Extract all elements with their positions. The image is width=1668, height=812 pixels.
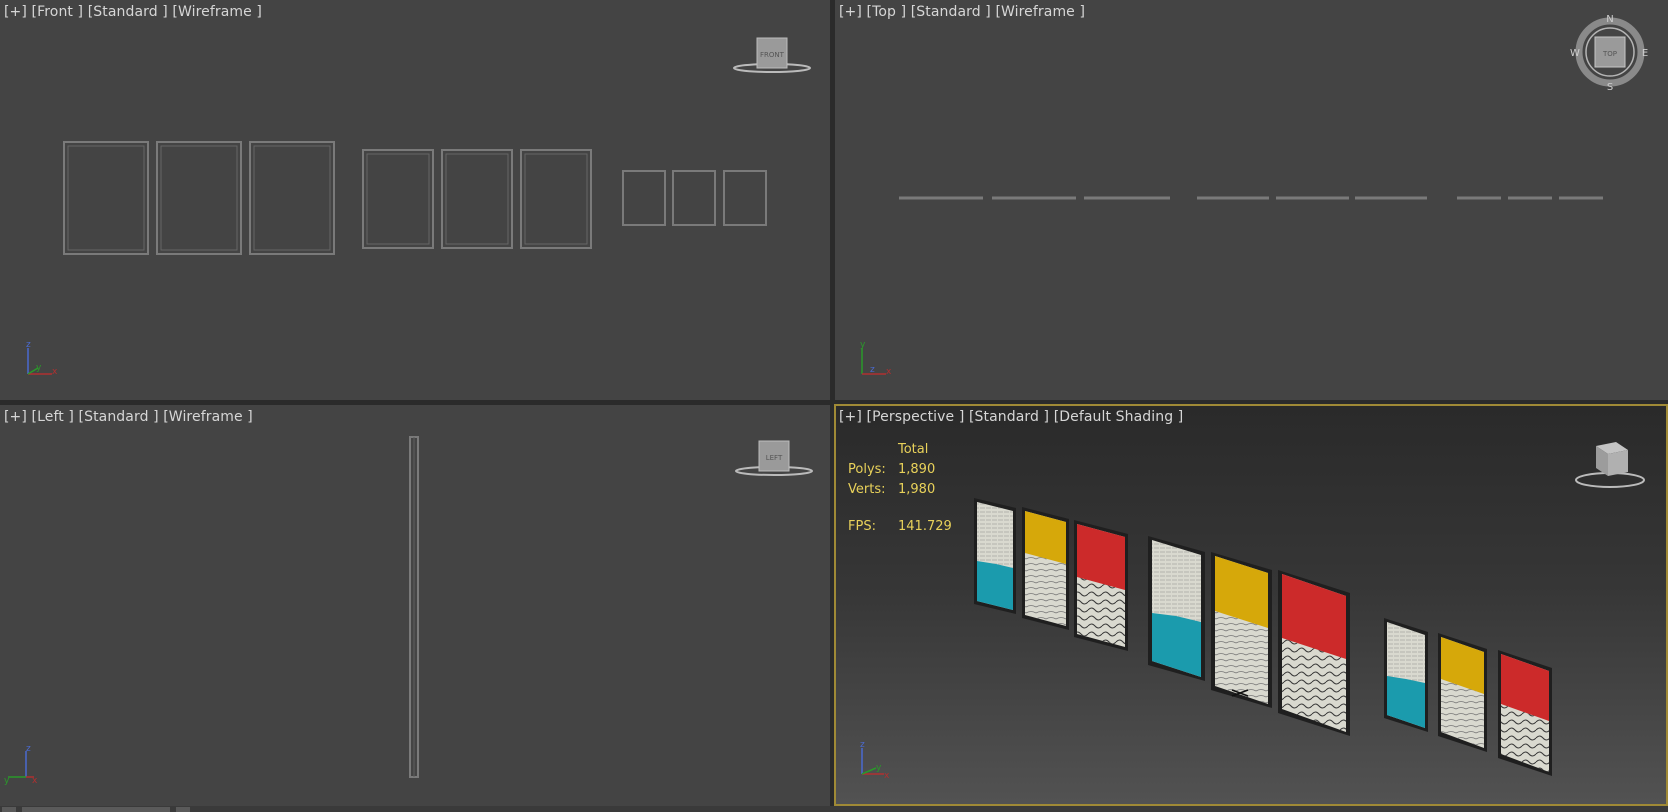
frame-wireframe (622, 170, 666, 226)
top-wireframe-scene (899, 196, 1603, 200)
svg-text:x: x (884, 771, 890, 780)
svg-text:z: z (860, 740, 865, 750)
svg-text:y: y (876, 763, 882, 773)
svg-text:z: z (26, 744, 31, 754)
perspective-viewport[interactable]: [+] [Perspective ] [Standard ] [Default … (834, 404, 1668, 806)
framed-print-red (1278, 570, 1350, 736)
perspective-scene (974, 498, 1552, 776)
axis-tripod-icon: z y x (856, 738, 896, 781)
framed-print-cyan (1148, 536, 1205, 681)
svg-text:z: z (26, 340, 31, 350)
compass-south-label: S (1607, 82, 1613, 93)
svg-text:y: y (860, 340, 866, 350)
front-viewport[interactable]: [+] [Front ] [Standard ] [Wireframe ] FR… (0, 0, 830, 400)
frame-wireframe (723, 170, 767, 226)
frame-wireframe (520, 149, 592, 249)
svg-text:z: z (870, 365, 875, 375)
svg-text:LEFT: LEFT (766, 454, 783, 462)
left-wireframe-scene (409, 436, 419, 778)
framed-print-yellow (1438, 633, 1487, 752)
svg-text:y: y (4, 776, 10, 785)
frame-wireframe (156, 141, 242, 255)
front-wireframe-scene (63, 141, 767, 255)
framed-print-red (1074, 520, 1128, 651)
compass-north-label: N (1606, 14, 1613, 25)
axis-tripod-icon: z y x (18, 338, 58, 380)
frame-wireframe (672, 170, 716, 226)
axis-tripod-icon: y x z (856, 338, 896, 380)
bottom-scroll-strip (0, 806, 1668, 812)
axis-tripod-icon: z y x (4, 743, 44, 786)
top-viewport[interactable]: [+] [Top ] [Standard ] [Wireframe ] TOP … (835, 0, 1668, 400)
viewcube-face-label: FRONT (760, 51, 785, 59)
framed-print-yellow (1211, 552, 1272, 708)
framed-print-red (1498, 650, 1552, 776)
left-viewcube[interactable]: LEFT (732, 437, 816, 479)
front-viewcube[interactable]: FRONT (730, 34, 814, 76)
frame-wireframe (362, 149, 434, 249)
framed-print-cyan (1384, 618, 1428, 732)
perspective-viewcube[interactable] (1572, 436, 1648, 492)
frame-wireframe (441, 149, 513, 249)
svg-text:x: x (32, 776, 38, 785)
frame-wireframe (63, 141, 149, 255)
svg-text:TOP: TOP (1602, 50, 1617, 58)
svg-text:x: x (886, 367, 892, 377)
frame-wireframe (249, 141, 335, 255)
svg-text:y: y (36, 363, 42, 373)
top-viewcube-compass[interactable]: TOP N S E W (1570, 14, 1650, 94)
compass-west-label: W (1570, 48, 1580, 59)
left-viewport[interactable]: [+] [Left ] [Standard ] [Wireframe ] LEF… (0, 405, 830, 806)
compass-east-label: E (1642, 48, 1648, 59)
framed-print-yellow (1022, 507, 1069, 630)
framed-print-cyan (974, 498, 1016, 614)
svg-text:x: x (52, 367, 58, 377)
